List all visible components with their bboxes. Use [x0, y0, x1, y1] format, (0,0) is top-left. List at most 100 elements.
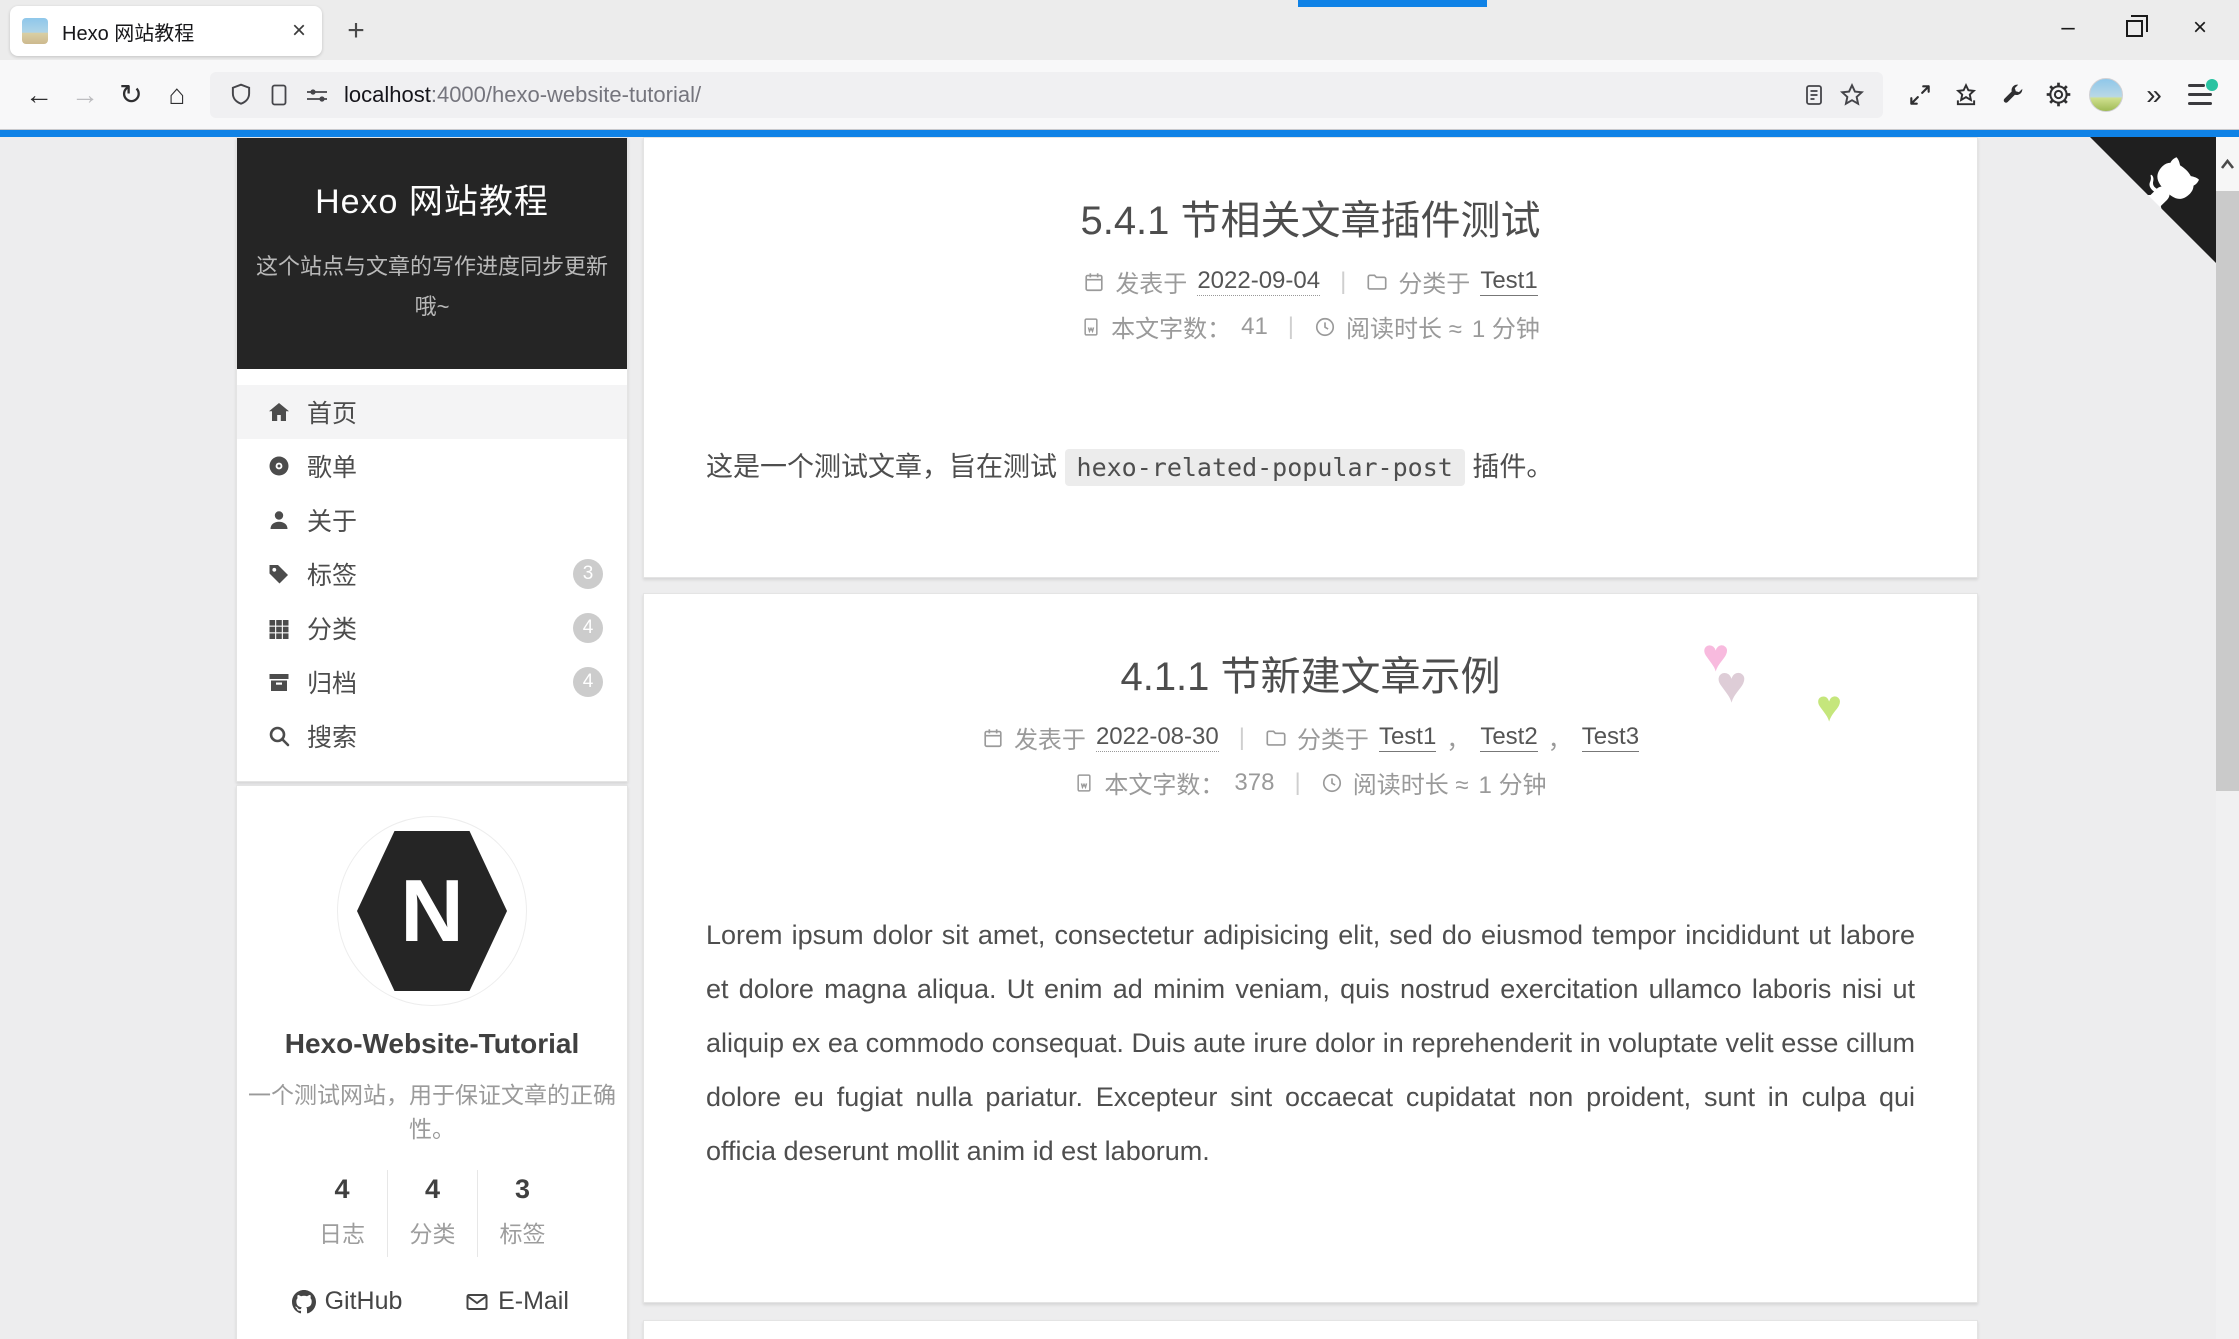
chevron-up-icon	[2220, 158, 2235, 169]
readtime-value: 1 分钟	[1471, 316, 1540, 343]
sidebar-item-label: 标签	[307, 562, 358, 590]
meta-separator: |	[1294, 768, 1301, 796]
readtime-label: 阅读时长 ≈	[1346, 316, 1462, 343]
sidebar-item-archives[interactable]: 归档 4	[237, 655, 627, 709]
post-meta-line1: 发表于 2022-08-30 | 分类于 Test1 ， Test2 ， Tes…	[644, 720, 1977, 755]
wordcount-value: 378	[1234, 768, 1275, 796]
post-card-2: 4.1.1 节新建文章示例 发表于 2022-08-30 | 分类于 Test1…	[643, 593, 1978, 1303]
home-button[interactable]: ⌂	[154, 73, 200, 117]
restore-icon	[2125, 14, 2148, 37]
new-tab-button[interactable]: +	[334, 10, 378, 52]
clock-icon	[1322, 773, 1341, 792]
overflow-chevrons-icon[interactable]: »	[2131, 73, 2177, 117]
stat-tags[interactable]: 3 标签	[477, 1170, 567, 1257]
reload-button[interactable]: ↻	[108, 73, 154, 117]
wrench-icon[interactable]	[1989, 73, 2035, 117]
browser-toolbar: ← → ↻ ⌂ localhost:4000/hexo-website-tuto…	[0, 60, 2239, 130]
post-meta-line2: 本文字数： 41 | 阅读时长 ≈ 1 分钟	[644, 309, 1977, 344]
post-title[interactable]: 5.4.1 节相关文章插件测试	[644, 138, 1977, 246]
sidebar-item-categories[interactable]: 分类 4	[237, 601, 627, 655]
github-corner-link[interactable]	[2090, 137, 2216, 263]
sidebar-item-about[interactable]: 关于	[237, 493, 627, 547]
app-menu-button[interactable]	[2177, 73, 2223, 117]
sidebar-item-label: 关于	[307, 508, 358, 536]
post-title[interactable]: 4.1.1 节新建文章示例	[644, 594, 1977, 702]
stat-posts[interactable]: 4 日志	[297, 1170, 387, 1257]
wordcount-icon	[1077, 773, 1092, 792]
browser-window: Hexo 网站教程 × + – × ← → ↻ ⌂ localhost:4000…	[0, 0, 2239, 1339]
calendar-icon	[1085, 272, 1103, 291]
save-to-pocket-icon[interactable]	[1943, 73, 1989, 117]
restore-button[interactable]	[2101, 2, 2167, 54]
tag-count-badge: 3	[573, 559, 603, 589]
grid-icon	[269, 620, 289, 639]
site-nav-card: Hexo 网站教程 这个站点与文章的写作进度同步更新哦~ 首页 歌单 关于 标签…	[236, 137, 628, 782]
url-path: :4000/hexo-website-tutorial/	[430, 81, 702, 107]
bookmark-star-icon[interactable]	[1833, 75, 1871, 115]
page-info-icon[interactable]	[260, 75, 298, 115]
github-icon	[291, 1289, 316, 1313]
profile-card: N Hexo-Website-Tutorial 一个测试网站，用于保证文章的正确…	[236, 785, 628, 1339]
loading-accent-line	[0, 130, 2239, 137]
post-date[interactable]: 2022-08-30	[1095, 723, 1219, 752]
published-label: 发表于	[1013, 727, 1086, 754]
post-card-3-partial	[643, 1320, 1978, 1339]
post-category[interactable]: Test1	[1378, 723, 1437, 752]
sidebar-item-tags[interactable]: 标签 3	[237, 547, 627, 601]
meta-separator: |	[1287, 312, 1295, 340]
post-category[interactable]: Test1	[1480, 267, 1538, 296]
permissions-icon[interactable]	[298, 75, 336, 115]
fullscreen-icon[interactable]	[1897, 73, 1943, 117]
tab-title: Hexo 网站教程	[62, 22, 195, 45]
profile-stats: 4 日志 4 分类 3 标签	[237, 1170, 627, 1257]
scrollbar-thumb[interactable]	[2216, 191, 2239, 791]
stat-posts-label: 日志	[319, 1221, 365, 1247]
readtime-value: 1 分钟	[1478, 772, 1547, 799]
stat-tags-label: 标签	[499, 1221, 546, 1247]
site-title: Hexo 网站教程	[315, 183, 549, 221]
meta-separator: |	[1340, 267, 1347, 295]
mail-icon	[466, 1293, 488, 1310]
sidebar-item-search[interactable]: 搜索	[237, 709, 627, 763]
browser-tab[interactable]: Hexo 网站教程 ×	[10, 6, 322, 56]
sidebar-item-label: 歌单	[307, 454, 358, 482]
browser-tab-bar: Hexo 网站教程 × + – ×	[0, 0, 2239, 60]
page-scrollbar[interactable]	[2216, 137, 2239, 1339]
post-meta-line2: 本文字数： 378 | 阅读时长 ≈ 1 分钟	[644, 765, 1977, 800]
stat-posts-value: 4	[334, 1174, 350, 1204]
nginx-hexagon-logo: N	[357, 831, 507, 991]
site-header: Hexo 网站教程 这个站点与文章的写作进度同步更新哦~	[237, 138, 627, 369]
close-button[interactable]: ×	[2167, 2, 2233, 54]
clock-icon	[1315, 317, 1335, 336]
calendar-icon	[984, 728, 1002, 747]
folder-icon	[1266, 729, 1286, 746]
post-category[interactable]: Test2	[1480, 723, 1538, 752]
scroll-up-button[interactable]	[2216, 137, 2239, 191]
reader-mode-icon[interactable]	[1795, 75, 1833, 115]
github-link-label: GitHub	[324, 1287, 403, 1315]
github-octocat-icon	[2090, 137, 2216, 263]
user-icon	[270, 511, 288, 529]
github-link[interactable]: GitHub	[262, 1287, 432, 1316]
meta-separator: |	[1238, 723, 1245, 751]
shield-icon[interactable]	[222, 75, 260, 115]
profile-avatar[interactable]	[2089, 77, 2123, 112]
post-date[interactable]: 2022-09-04	[1197, 267, 1321, 296]
post-category[interactable]: Test3	[1581, 723, 1640, 752]
address-bar[interactable]: localhost:4000/hexo-website-tutorial/	[210, 71, 1883, 118]
sidebar-item-home[interactable]: 首页	[237, 385, 627, 439]
tab-close-icon[interactable]: ×	[288, 17, 310, 45]
back-button[interactable]: ←	[16, 73, 62, 117]
email-link[interactable]: E-Mail	[432, 1287, 602, 1316]
minimize-button[interactable]: –	[2035, 2, 2101, 54]
stat-categories[interactable]: 4 分类	[387, 1170, 477, 1257]
profile-name: Hexo-Website-Tutorial	[284, 1028, 580, 1059]
sidebar-item-label: 归档	[307, 670, 358, 698]
sidebar-item-playlist[interactable]: 歌单	[237, 439, 627, 493]
stat-categories-value: 4	[424, 1174, 441, 1204]
wordcount-label: 本文字数：	[1104, 772, 1225, 799]
published-label: 发表于	[1115, 271, 1188, 298]
forward-button[interactable]: →	[62, 73, 108, 117]
post-excerpt: 这是一个测试文章，旨在测试 hexo-related-popular-post …	[644, 440, 1977, 495]
gear-icon[interactable]	[2035, 73, 2081, 117]
